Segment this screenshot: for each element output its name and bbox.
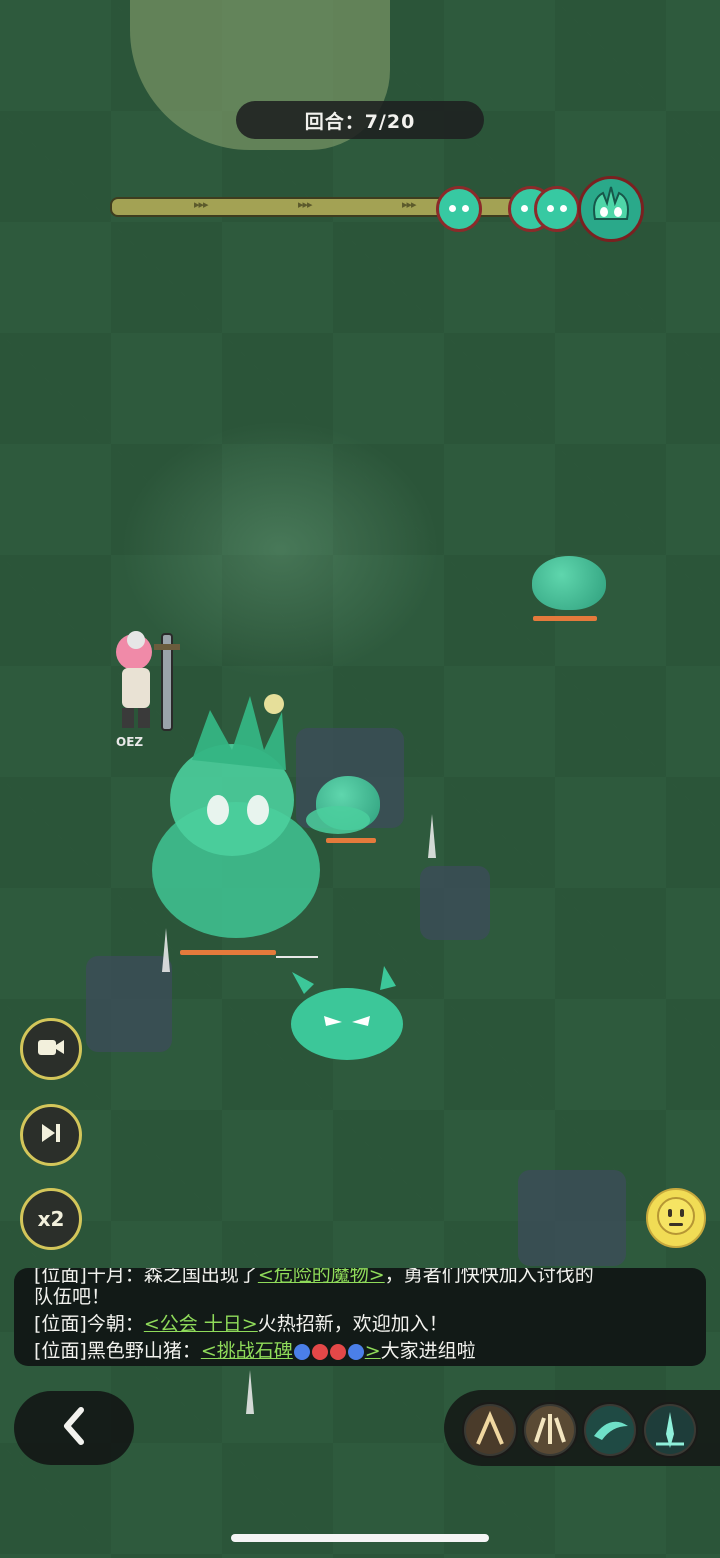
- ground-spike: [162, 928, 170, 972]
- chat-sender: [位面]黑色野山猪：: [34, 1340, 201, 1362]
- skill-3-icon[interactable]: [582, 1402, 638, 1458]
- chevron-left-icon: [59, 1406, 89, 1450]
- chat-message: [位面]十月：森之国出现了<危险的魔物>，勇者们快快加入讨伐的: [34, 1268, 594, 1287]
- rock-tile: [86, 956, 172, 1052]
- skip-button[interactable]: [20, 1104, 82, 1166]
- turn-slime-icon: [534, 186, 580, 232]
- slime-enemy[interactable]: [532, 556, 606, 610]
- speed-label: x2: [37, 1207, 65, 1231]
- chat-link-text: <挑战石碑: [200, 1340, 293, 1362]
- red-orb-icon: [311, 1343, 328, 1360]
- chat-link[interactable]: <危险的魔物>: [258, 1268, 385, 1286]
- world-chat-panel[interactable]: [位面]十月：森之国出现了<危险的魔物>，勇者们快快加入讨伐的 队伍吧！ [位面…: [14, 1268, 706, 1366]
- track-arrows: ▸▸▸: [194, 198, 209, 211]
- enemy-hp-bar: [533, 616, 597, 621]
- neutral-face-icon: [656, 1196, 696, 1240]
- track-arrows: ▸▸▸: [402, 198, 417, 211]
- speed-button[interactable]: x2: [20, 1188, 82, 1250]
- blue-orb-icon: [293, 1343, 310, 1360]
- chat-link[interactable]: <公会 十日>: [144, 1313, 258, 1335]
- boss-hp-bar: [180, 950, 276, 955]
- skill-bar: [444, 1390, 720, 1466]
- replay-button[interactable]: [20, 1018, 82, 1080]
- chat-sender: [位面]今朝：: [34, 1313, 144, 1335]
- chat-text: 火热招新，欢迎加入！: [257, 1313, 448, 1335]
- skill-1-icon[interactable]: [462, 1402, 518, 1458]
- skill-4-icon[interactable]: [642, 1402, 698, 1458]
- rock-tile: [518, 1170, 626, 1266]
- ground-spike: [428, 814, 436, 858]
- boss-slime-enemy[interactable]: [132, 690, 372, 950]
- skill-2-icon[interactable]: [522, 1402, 578, 1458]
- chat-message: [位面]黑色野山猪：<挑战石碑 >大家进组啦: [34, 1336, 476, 1363]
- red-orb-icon: [329, 1343, 346, 1360]
- chat-link[interactable]: <挑战石碑 >: [201, 1340, 381, 1362]
- chat-message-continued: 队伍吧！: [34, 1286, 111, 1308]
- boss-hp-bar-remaining: [276, 956, 318, 958]
- rock-tile: [420, 866, 490, 940]
- slime-enemy-angry[interactable]: [284, 964, 410, 1064]
- camera-icon: [37, 1036, 65, 1063]
- chat-text: 森之国出现了: [143, 1268, 258, 1286]
- turn-slime-icon: [436, 186, 482, 232]
- chat-link-text: >: [364, 1340, 381, 1362]
- chat-message: [位面]今朝：<公会 十日>火热招新，欢迎加入！: [34, 1309, 448, 1336]
- home-indicator[interactable]: [231, 1534, 489, 1542]
- chat-text: 大家进组啦: [380, 1340, 476, 1362]
- chat-text: ，勇者们快快加入讨伐的: [384, 1268, 594, 1286]
- round-counter: 回合：7/20: [236, 101, 484, 139]
- ground-spike: [246, 1370, 254, 1414]
- skip-forward-icon: [39, 1122, 63, 1149]
- emote-button[interactable]: [646, 1188, 706, 1248]
- back-button[interactable]: [14, 1391, 134, 1465]
- turn-boss-icon: [578, 176, 644, 242]
- track-arrows: ▸▸▸: [298, 198, 313, 211]
- blue-orb-icon: [347, 1343, 364, 1360]
